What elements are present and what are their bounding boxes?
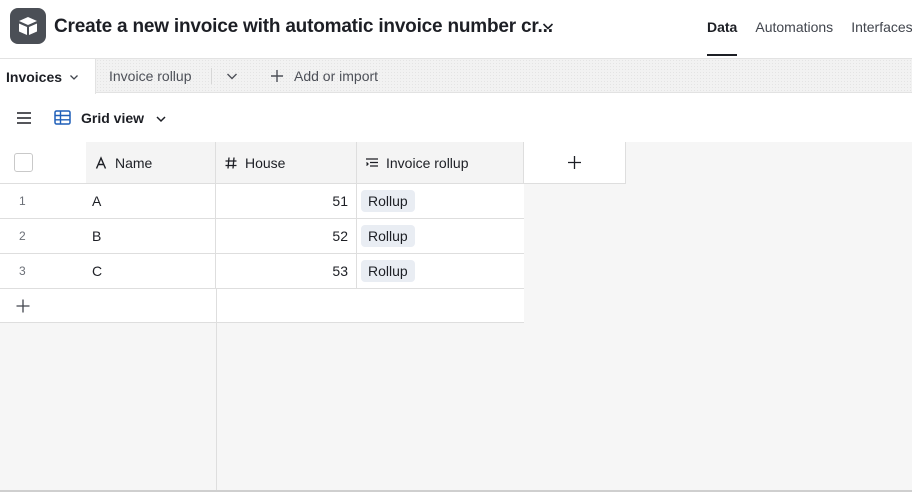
chevron-down-icon[interactable] xyxy=(223,68,241,84)
view-switcher[interactable]: Grid view xyxy=(81,110,144,126)
view-bar: Grid view xyxy=(0,94,912,142)
hash-icon xyxy=(225,156,237,169)
chevron-down-icon[interactable] xyxy=(68,71,80,83)
tab-invoice-rollup[interactable]: Invoice rollup xyxy=(109,59,192,93)
cell-house[interactable]: 53 xyxy=(216,254,357,288)
frozen-column-divider xyxy=(216,323,217,492)
column-header-invoice-rollup[interactable]: Invoice rollup xyxy=(357,142,524,184)
row-number: 3 xyxy=(19,264,26,278)
grid-canvas: Name House Invoice rollup 1 A 51 Rollup … xyxy=(0,142,912,492)
cell-house[interactable]: 52 xyxy=(216,219,357,253)
nav-data[interactable]: Data xyxy=(707,0,738,58)
add-or-import-button[interactable]: Add or import xyxy=(270,59,378,93)
nav-interfaces[interactable]: Interfaces xyxy=(851,0,912,58)
table-row[interactable]: 3 C 53 Rollup xyxy=(0,254,524,289)
rollup-pill: Rollup xyxy=(361,190,415,212)
table-row[interactable]: 2 B 52 Rollup xyxy=(0,219,524,254)
column-header-house[interactable]: House xyxy=(216,142,357,184)
text-field-icon xyxy=(95,155,107,169)
table-tabs-bar: Invoices Invoice rollup Add or import xyxy=(0,58,912,94)
cell-house[interactable]: 51 xyxy=(216,184,357,218)
tab-invoices[interactable]: Invoices xyxy=(0,59,96,94)
rollup-field-icon xyxy=(366,157,378,167)
grid-icon xyxy=(54,110,71,125)
cell-name[interactable]: C xyxy=(86,254,216,288)
nav-automations[interactable]: Automations xyxy=(755,0,833,58)
cell-name[interactable]: B xyxy=(86,219,216,253)
add-record-row[interactable] xyxy=(0,289,524,323)
column-header-label: Invoice rollup xyxy=(386,154,469,171)
chevron-down-icon[interactable] xyxy=(540,18,556,34)
cell-invoice-rollup[interactable]: Rollup xyxy=(357,254,524,288)
add-or-import-label: Add or import xyxy=(294,68,379,84)
tab-divider xyxy=(211,68,212,84)
chevron-down-icon[interactable] xyxy=(154,112,168,126)
tab-label: Invoices xyxy=(6,68,63,85)
column-header-label: Name xyxy=(115,154,153,171)
column-header-name[interactable]: Name xyxy=(86,142,216,184)
row-number: 1 xyxy=(19,194,26,208)
plus-icon xyxy=(271,70,283,82)
hamburger-menu-icon[interactable] xyxy=(16,111,32,125)
select-all-checkbox[interactable] xyxy=(14,153,33,172)
add-field-button[interactable] xyxy=(524,142,626,184)
rollup-pill: Rollup xyxy=(361,225,415,247)
cell-name[interactable]: A xyxy=(86,184,216,218)
app-header: Create a new invoice with automatic invo… xyxy=(0,0,912,58)
table-row[interactable]: 1 A 51 Rollup xyxy=(0,184,524,219)
plus-icon xyxy=(568,156,581,169)
row-number: 2 xyxy=(19,229,26,243)
header-row: Name House Invoice rollup xyxy=(0,142,626,184)
rollup-pill: Rollup xyxy=(361,260,415,282)
column-divider xyxy=(216,289,217,323)
plus-icon xyxy=(16,299,30,313)
cell-invoice-rollup[interactable]: Rollup xyxy=(357,219,524,253)
select-all-cell xyxy=(0,142,86,184)
cell-invoice-rollup[interactable]: Rollup xyxy=(357,184,524,218)
airtable-logo-icon[interactable] xyxy=(10,8,46,44)
base-title[interactable]: Create a new invoice with automatic invo… xyxy=(54,16,553,38)
column-header-label: House xyxy=(245,154,286,171)
top-nav: Data Automations Interfaces xyxy=(707,0,912,58)
